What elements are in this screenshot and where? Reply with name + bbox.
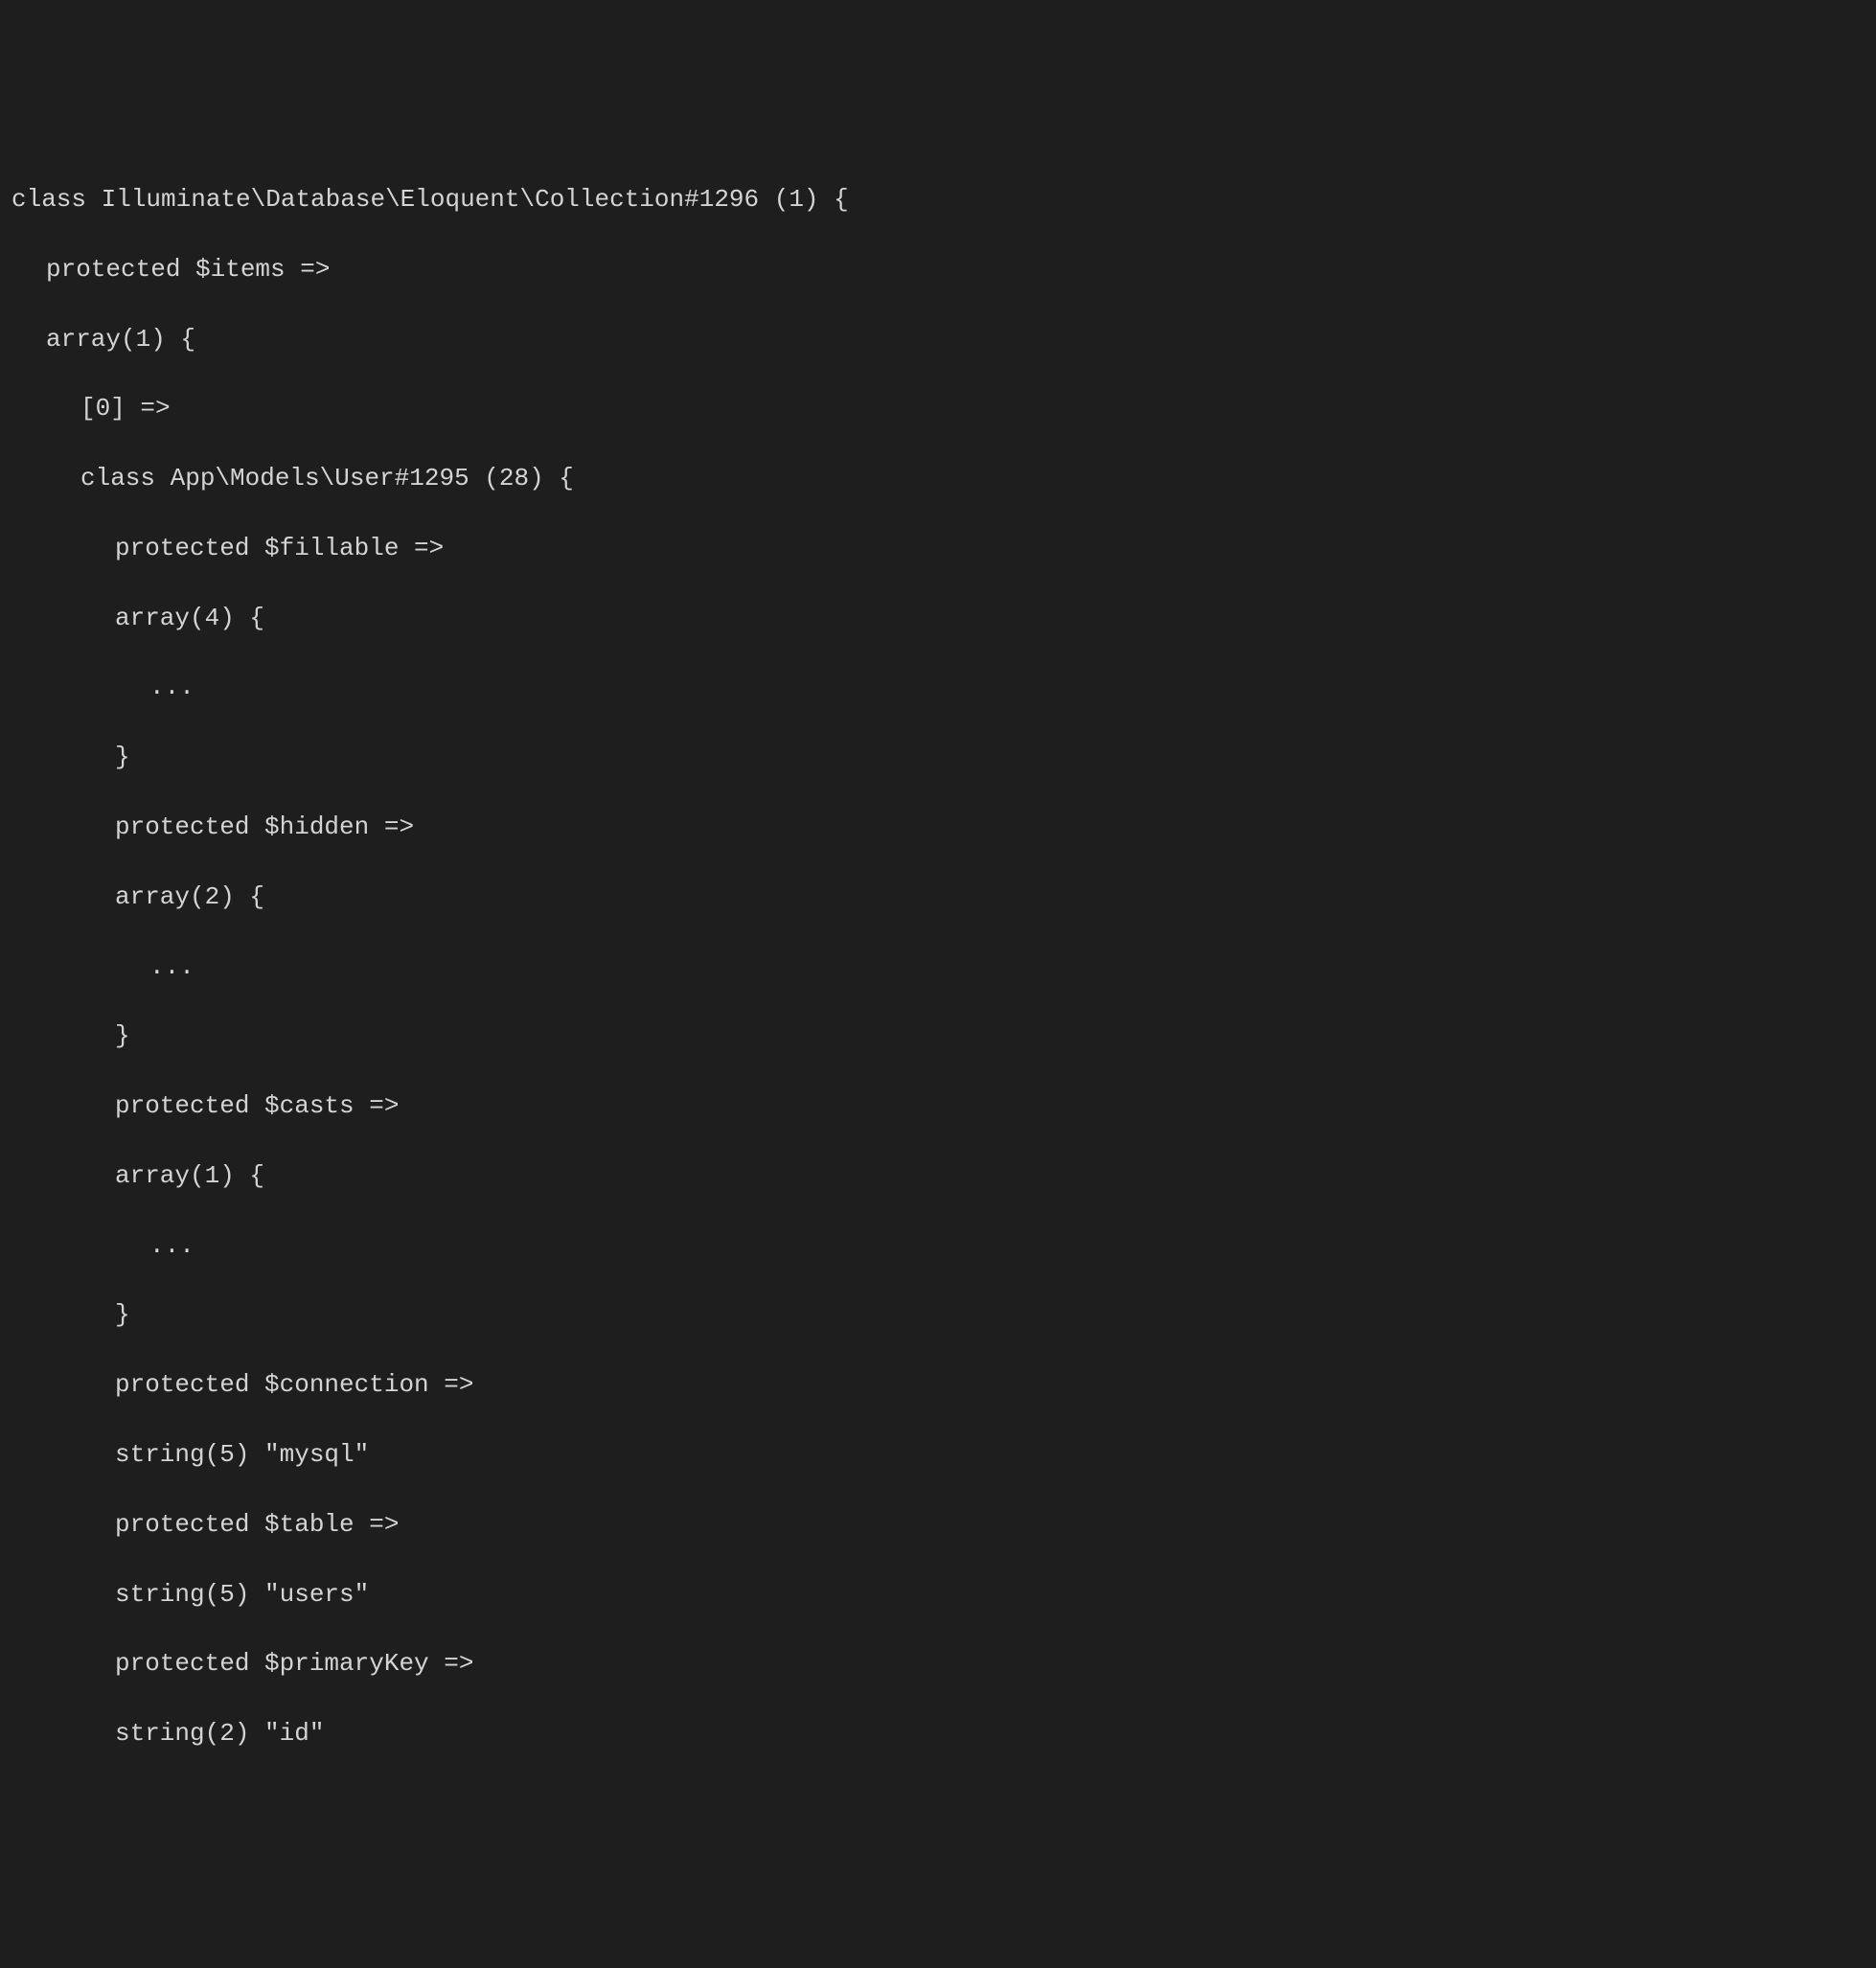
dump-line-casts-array: array(1) { bbox=[11, 1158, 1865, 1193]
dump-line-connection-value: string(5) "mysql" bbox=[11, 1437, 1865, 1472]
dump-line-primarykey-value: string(2) "id" bbox=[11, 1716, 1865, 1751]
dump-line-close-brace: } bbox=[11, 1018, 1865, 1053]
dump-line-close-brace: } bbox=[11, 740, 1865, 774]
dump-line-class-collection: class Illuminate\Database\Eloquent\Colle… bbox=[11, 182, 1865, 217]
dump-line-table-value: string(5) "users" bbox=[11, 1577, 1865, 1612]
var-dump-output: class Illuminate\Database\Eloquent\Colle… bbox=[11, 148, 1865, 1786]
dump-line-fillable-property: protected $fillable => bbox=[11, 531, 1865, 565]
dump-line-index-0: [0] => bbox=[11, 391, 1865, 425]
dump-line-fillable-array: array(4) { bbox=[11, 601, 1865, 635]
dump-line-primarykey-property: protected $primaryKey => bbox=[11, 1646, 1865, 1681]
dump-line-hidden-array: array(2) { bbox=[11, 880, 1865, 914]
dump-line-table-property: protected $table => bbox=[11, 1507, 1865, 1542]
dump-line-ellipsis: ... bbox=[11, 1228, 1865, 1263]
dump-line-ellipsis: ... bbox=[11, 950, 1865, 984]
dump-line-class-user: class App\Models\User#1295 (28) { bbox=[11, 461, 1865, 495]
dump-line-ellipsis: ... bbox=[11, 670, 1865, 704]
dump-line-items-property: protected $items => bbox=[11, 252, 1865, 286]
dump-line-close-brace: } bbox=[11, 1297, 1865, 1332]
dump-line-connection-property: protected $connection => bbox=[11, 1367, 1865, 1402]
dump-line-array-open: array(1) { bbox=[11, 322, 1865, 356]
dump-line-hidden-property: protected $hidden => bbox=[11, 810, 1865, 844]
dump-line-casts-property: protected $casts => bbox=[11, 1088, 1865, 1123]
